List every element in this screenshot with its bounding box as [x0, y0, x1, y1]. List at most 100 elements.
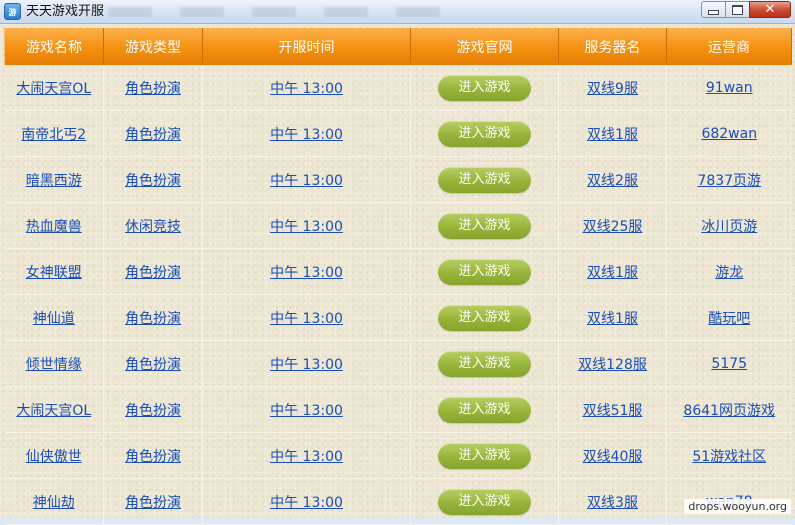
operator-link[interactable]: 7837页游	[697, 173, 761, 189]
window-titlebar[interactable]: 游戏 天天游戏开服 ✕	[0, 0, 795, 34]
table-cell: 双线1服	[558, 248, 667, 295]
game-type-link[interactable]: 角色扮演	[125, 127, 181, 143]
window-controls: ✕	[701, 1, 791, 19]
game-name-link[interactable]: 大闹天宫OL	[16, 81, 91, 97]
server-name-link[interactable]: 双线9服	[587, 81, 638, 97]
table-cell: 5175	[666, 340, 792, 387]
maximize-icon	[732, 4, 743, 15]
enter-game-button[interactable]: 进入游戏	[438, 120, 531, 147]
close-icon: ✕	[764, 2, 776, 17]
open-time-link[interactable]: 中午 13:00	[270, 81, 343, 97]
table-cell: 中午 13:00	[202, 386, 411, 433]
operator-link[interactable]: 91wan	[706, 80, 753, 96]
header-operator: 运营商	[666, 28, 792, 65]
operator-link[interactable]: 5175	[711, 356, 747, 372]
table-cell: 双线51服	[558, 386, 667, 433]
open-time-link[interactable]: 中午 13:00	[270, 311, 343, 327]
table-row: 仙侠傲世 角色扮演 中午 13:00 进入游戏 双线40服 51游戏社区	[4, 432, 792, 479]
table-cell: 91wan	[666, 65, 792, 111]
enter-game-button[interactable]: 进入游戏	[438, 258, 531, 285]
game-type-link[interactable]: 角色扮演	[125, 311, 181, 327]
table-cell: 角色扮演	[103, 156, 203, 203]
game-name-link[interactable]: 热血魔兽	[26, 219, 82, 235]
table-cell: 角色扮演	[103, 110, 203, 157]
table-cell: 角色扮演	[103, 432, 203, 479]
enter-game-button[interactable]: 进入游戏	[438, 212, 531, 239]
table-cell: 热血魔兽	[4, 202, 104, 249]
table-cell: 角色扮演	[103, 340, 203, 387]
game-name-link[interactable]: 神仙道	[33, 311, 75, 327]
watermark: drops.wooyun.org	[684, 499, 791, 514]
open-time-link[interactable]: 中午 13:00	[270, 173, 343, 189]
game-name-link[interactable]: 仙侠傲世	[26, 449, 82, 465]
table-cell: 冰川页游	[666, 202, 792, 249]
operator-link[interactable]: 51游戏社区	[692, 449, 766, 465]
header-game-type: 游戏类型	[103, 28, 203, 65]
server-name-link[interactable]: 双线1服	[587, 311, 638, 327]
table-cell: 中午 13:00	[202, 65, 411, 111]
operator-link[interactable]: 8641网页游戏	[683, 403, 775, 419]
server-name-link[interactable]: 双线2服	[587, 173, 638, 189]
open-time-link[interactable]: 中午 13:00	[270, 127, 343, 143]
game-name-link[interactable]: 暗黑西游	[26, 173, 82, 189]
enter-game-button[interactable]: 进入游戏	[438, 166, 531, 193]
window-title: 天天游戏开服	[26, 4, 105, 19]
game-type-link[interactable]: 角色扮演	[125, 81, 181, 97]
game-type-link[interactable]: 角色扮演	[125, 173, 181, 189]
enter-game-button[interactable]: 进入游戏	[438, 442, 531, 469]
table-row: 大闹天宫OL 角色扮演 中午 13:00 进入游戏 双线51服 8641网页游戏	[4, 386, 792, 433]
minimize-button[interactable]	[701, 1, 726, 18]
game-type-link[interactable]: 角色扮演	[125, 495, 181, 511]
operator-link[interactable]: 游龙	[715, 265, 743, 281]
enter-game-button[interactable]: 进入游戏	[438, 304, 531, 331]
table-cell: 中午 13:00	[202, 248, 411, 295]
server-name-link[interactable]: 双线128服	[578, 357, 647, 373]
open-time-link[interactable]: 中午 13:00	[270, 357, 343, 373]
game-name-link[interactable]: 女神联盟	[26, 265, 82, 281]
table-cell: 中午 13:00	[202, 110, 411, 157]
enter-game-button[interactable]: 进入游戏	[438, 350, 531, 377]
enter-game-button[interactable]: 进入游戏	[438, 396, 531, 423]
game-type-link[interactable]: 休闲竞技	[125, 219, 181, 235]
game-name-link[interactable]: 神仙劫	[33, 495, 75, 511]
open-time-link[interactable]: 中午 13:00	[270, 265, 343, 281]
open-time-link[interactable]: 中午 13:00	[270, 495, 343, 511]
table-cell: 7837页游	[666, 156, 792, 203]
operator-link[interactable]: 酷玩吧	[708, 311, 750, 327]
server-name-link[interactable]: 双线51服	[583, 403, 643, 419]
table-cell: 双线9服	[558, 65, 667, 111]
table-cell: 双线1服	[558, 294, 667, 341]
game-type-link[interactable]: 角色扮演	[125, 265, 181, 281]
open-time-link[interactable]: 中午 13:00	[270, 449, 343, 465]
game-name-link[interactable]: 倾世情缘	[26, 357, 82, 373]
game-type-link[interactable]: 角色扮演	[125, 357, 181, 373]
table-cell: 中午 13:00	[202, 432, 411, 479]
game-name-link[interactable]: 大闹天宫OL	[16, 403, 91, 419]
table-header-row: 游戏名称 游戏类型 开服时间 游戏官网 服务器名 运营商	[4, 28, 792, 65]
table-row: 大闹天宫OL 角色扮演 中午 13:00 进入游戏 双线9服 91wan	[4, 65, 792, 111]
maximize-button[interactable]	[725, 1, 750, 18]
blurred-menu-item	[108, 7, 152, 17]
table-cell: 进入游戏	[410, 65, 559, 111]
operator-link[interactable]: 冰川页游	[701, 219, 757, 235]
table-cell: 进入游戏	[410, 110, 559, 157]
server-name-link[interactable]: 双线40服	[583, 449, 643, 465]
game-name-link[interactable]: 南帝北丐2	[21, 127, 86, 143]
enter-game-button[interactable]: 进入游戏	[438, 74, 531, 101]
table-cell: 倾世情缘	[4, 340, 104, 387]
close-button[interactable]: ✕	[749, 1, 791, 18]
operator-link[interactable]: 682wan	[701, 126, 757, 142]
open-time-link[interactable]: 中午 13:00	[270, 403, 343, 419]
table-cell: 682wan	[666, 110, 792, 157]
table-cell: 进入游戏	[410, 294, 559, 341]
game-type-link[interactable]: 角色扮演	[125, 449, 181, 465]
enter-game-button[interactable]: 进入游戏	[438, 488, 531, 515]
table-cell: 角色扮演	[103, 294, 203, 341]
server-name-link[interactable]: 双线3服	[587, 495, 638, 511]
server-name-link[interactable]: 双线1服	[587, 127, 638, 143]
server-name-link[interactable]: 双线25服	[583, 219, 643, 235]
server-name-link[interactable]: 双线1服	[587, 265, 638, 281]
open-time-link[interactable]: 中午 13:00	[270, 219, 343, 235]
game-type-link[interactable]: 角色扮演	[125, 403, 181, 419]
app-icon: 游戏	[4, 3, 21, 34]
